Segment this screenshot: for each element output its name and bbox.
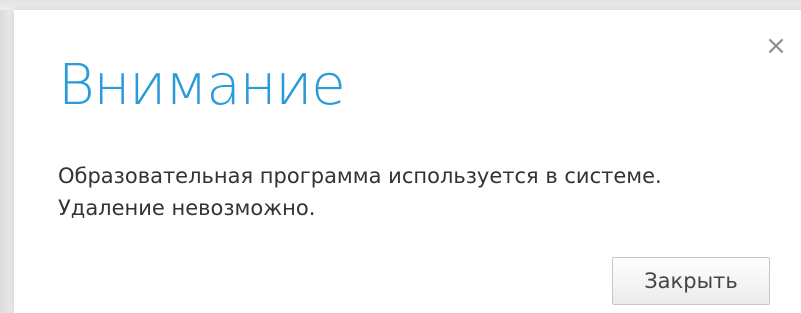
backdrop-top-edge (0, 0, 801, 10)
close-button[interactable]: Закрыть (612, 257, 770, 305)
dialog-message: Образовательная программа используется в… (58, 164, 662, 220)
close-icon[interactable]: × (762, 32, 790, 60)
backdrop-left-edge (0, 0, 14, 313)
dialog-title: Внимание (58, 53, 346, 118)
alert-dialog: × Внимание Образовательная программа исп… (14, 10, 801, 313)
